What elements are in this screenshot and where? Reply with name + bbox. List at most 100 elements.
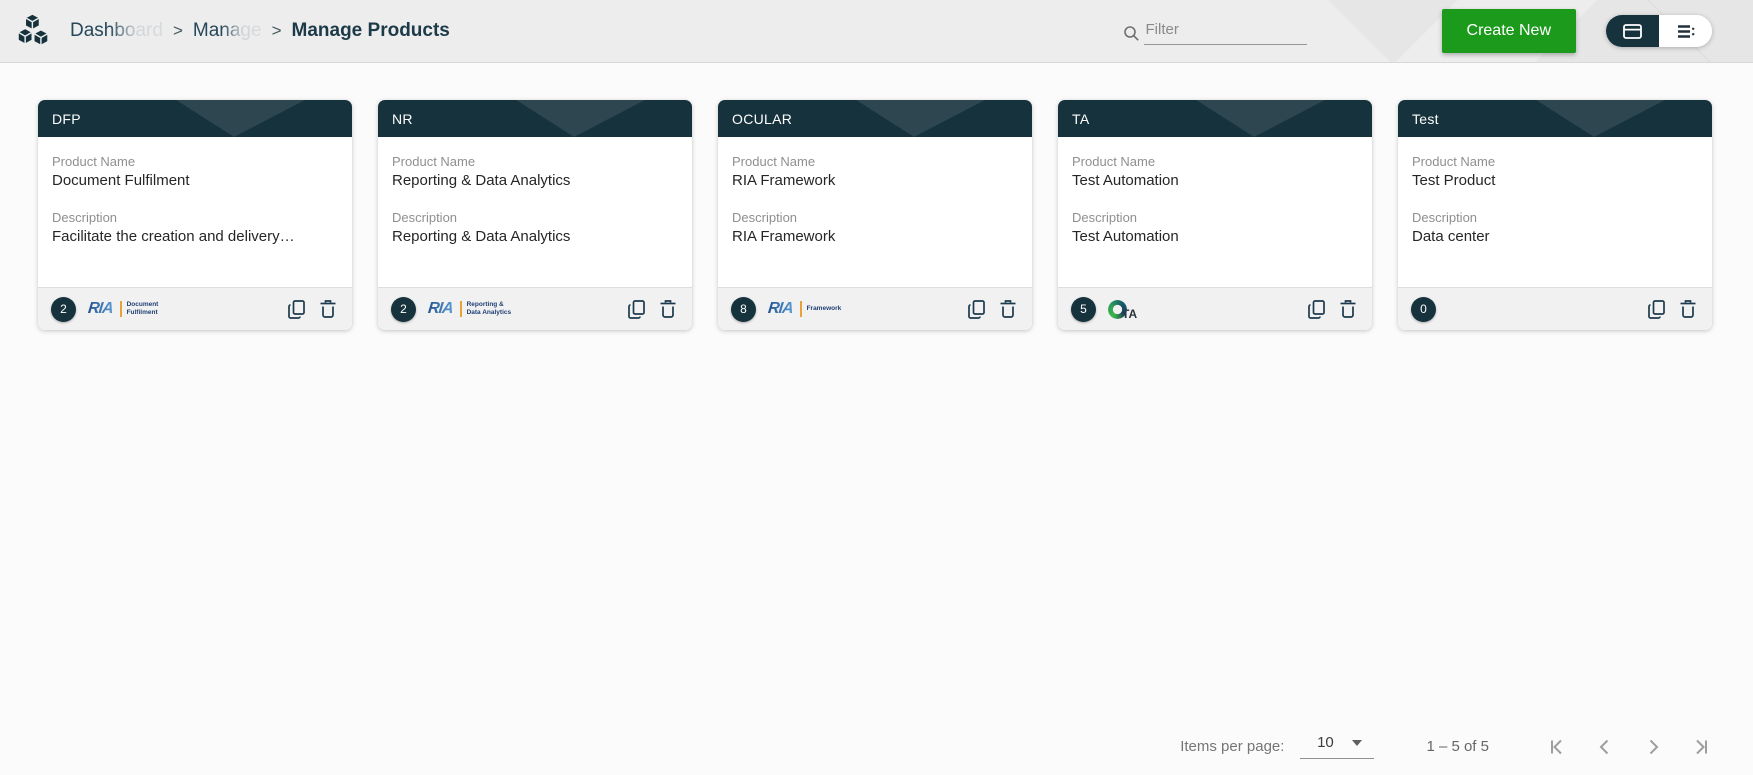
last-page-icon: [1696, 739, 1707, 754]
card-body: Product Name Test Automation Description…: [1058, 137, 1372, 287]
logo-caption: Document Fulfilment: [126, 300, 159, 316]
count-badge: 0: [1411, 296, 1436, 322]
card-view-toggle[interactable]: [1606, 15, 1659, 47]
delete-button[interactable]: [1677, 297, 1699, 321]
description-value: Test Automation: [1072, 228, 1179, 245]
card-view-icon: [1623, 23, 1642, 39]
copy-icon: [968, 300, 985, 319]
paginator: Items per page: 10 1 – 5 of 5: [1180, 734, 1713, 759]
card-header: DFP: [38, 100, 352, 137]
card-header: NR: [378, 100, 692, 137]
logo-separator: [119, 301, 122, 317]
cubes-logo-icon: [14, 10, 56, 52]
product-name-value: RIA Framework: [732, 172, 836, 189]
items-per-page-select[interactable]: 10: [1300, 734, 1375, 759]
pager-nav: [1545, 735, 1713, 759]
card-footer: 0: [1398, 287, 1712, 330]
product-name-value: Test Automation: [1072, 172, 1179, 189]
breadcrumb-separator: >: [172, 21, 183, 40]
list-view-toggle[interactable]: [1659, 15, 1712, 47]
card-title: TA: [1072, 110, 1090, 127]
copy-icon: [1308, 300, 1325, 319]
caret-down-icon: [1351, 739, 1362, 746]
items-per-page-label: Items per page:: [1180, 738, 1285, 755]
card-footer: 5 TA: [1058, 287, 1372, 330]
card-header: Test: [1398, 100, 1712, 137]
card-footer: 8 RIA Framework: [718, 287, 1032, 330]
card-body: Product Name Reporting & Data Analytics …: [378, 137, 692, 287]
breadcrumb: Dashboard > Manage > Manage Products: [70, 20, 450, 42]
card-header-chevron-decor: [176, 100, 305, 137]
chevron-right-icon: [1649, 739, 1659, 754]
product-name-label: Product Name: [392, 154, 476, 169]
delete-button[interactable]: [317, 297, 339, 321]
list-view-icon: [1677, 24, 1694, 38]
trash-icon: [320, 300, 336, 318]
logo-caption: Reporting & Data Analytics: [466, 300, 512, 316]
card-body: Product Name RIA Framework Description R…: [718, 137, 1032, 287]
prev-page-button[interactable]: [1593, 735, 1617, 759]
product-name-value: Reporting & Data Analytics: [392, 172, 571, 189]
description-value: RIA Framework: [732, 228, 836, 245]
breadcrumb-item-dashboard[interactable]: Dashboard: [70, 20, 163, 42]
ria-logo-text: RIA: [87, 300, 114, 317]
product-card-nr: NR Product Name Reporting & Data Analyti…: [378, 100, 692, 330]
product-name-label: Product Name: [732, 154, 816, 169]
ria-logo-text: RIA: [767, 300, 794, 317]
trash-icon: [660, 300, 676, 318]
copy-button[interactable]: [285, 297, 308, 321]
card-title: NR: [392, 110, 413, 127]
next-page-button[interactable]: [1641, 735, 1665, 759]
breadcrumb-separator: >: [271, 21, 282, 40]
page-range-label: 1 – 5 of 5: [1426, 738, 1489, 755]
description-label: Description: [1072, 210, 1138, 225]
ria-brand-logo: RIA Reporting & Data Analytics: [427, 300, 512, 318]
card-body: Product Name Test Product Description Da…: [1398, 137, 1712, 287]
copy-button[interactable]: [625, 297, 648, 321]
first-page-button[interactable]: [1545, 735, 1569, 759]
card-title: DFP: [52, 110, 81, 127]
breadcrumb-item-manage-products: Manage Products: [291, 20, 450, 41]
count-badge: 8: [731, 296, 756, 322]
card-header: OCULAR: [718, 100, 1032, 137]
top-header: Dashboard > Manage > Manage Products Cre…: [0, 0, 1753, 63]
product-card-grid: DFP Product Name Document Fulfilment Des…: [0, 63, 1753, 330]
ria-brand-logo: RIA Framework: [767, 300, 841, 318]
description-value: Reporting & Data Analytics: [392, 228, 571, 245]
ta-brand-logo: TA: [1108, 298, 1137, 321]
card-body: Product Name Document Fulfilment Descrip…: [38, 137, 352, 287]
copy-button[interactable]: [1645, 297, 1668, 321]
product-name-value: Test Product: [1412, 172, 1496, 189]
delete-button[interactable]: [1337, 297, 1359, 321]
logo-separator: [799, 301, 802, 317]
count-badge: 5: [1071, 296, 1096, 322]
trash-icon: [1000, 300, 1016, 318]
filter-input[interactable]: [1143, 17, 1307, 45]
card-footer: 2 RIA Reporting & Data Analytics: [378, 287, 692, 330]
trash-icon: [1340, 300, 1356, 318]
product-card-dfp: DFP Product Name Document Fulfilment Des…: [38, 100, 352, 330]
product-name-label: Product Name: [1412, 154, 1496, 169]
card-header-chevron-decor: [516, 100, 645, 137]
ta-swirl-icon: [1108, 299, 1127, 319]
count-badge: 2: [391, 296, 416, 322]
last-page-button[interactable]: [1689, 735, 1713, 759]
card-footer: 2 RIA Document Fulfilment: [38, 287, 352, 330]
copy-button[interactable]: [965, 297, 988, 321]
view-toggle-group: [1606, 15, 1712, 47]
ria-brand-logo: RIA Document Fulfilment: [87, 300, 159, 318]
delete-button[interactable]: [657, 297, 679, 321]
trash-icon: [1680, 300, 1696, 318]
ria-logo-text: RIA: [427, 300, 454, 317]
delete-button[interactable]: [997, 297, 1019, 321]
filter-field: [1123, 17, 1307, 45]
copy-button[interactable]: [1305, 297, 1328, 321]
product-card-ocular: OCULAR Product Name RIA Framework Descri…: [718, 100, 1032, 330]
chevron-left-icon: [1599, 739, 1609, 754]
count-badge: 2: [51, 296, 76, 322]
description-value: Data center: [1412, 228, 1490, 245]
card-header-chevron-decor: [1536, 100, 1665, 137]
create-new-button[interactable]: Create New: [1441, 9, 1576, 53]
breadcrumb-item-manage[interactable]: Manage: [193, 20, 262, 42]
copy-icon: [288, 300, 305, 319]
